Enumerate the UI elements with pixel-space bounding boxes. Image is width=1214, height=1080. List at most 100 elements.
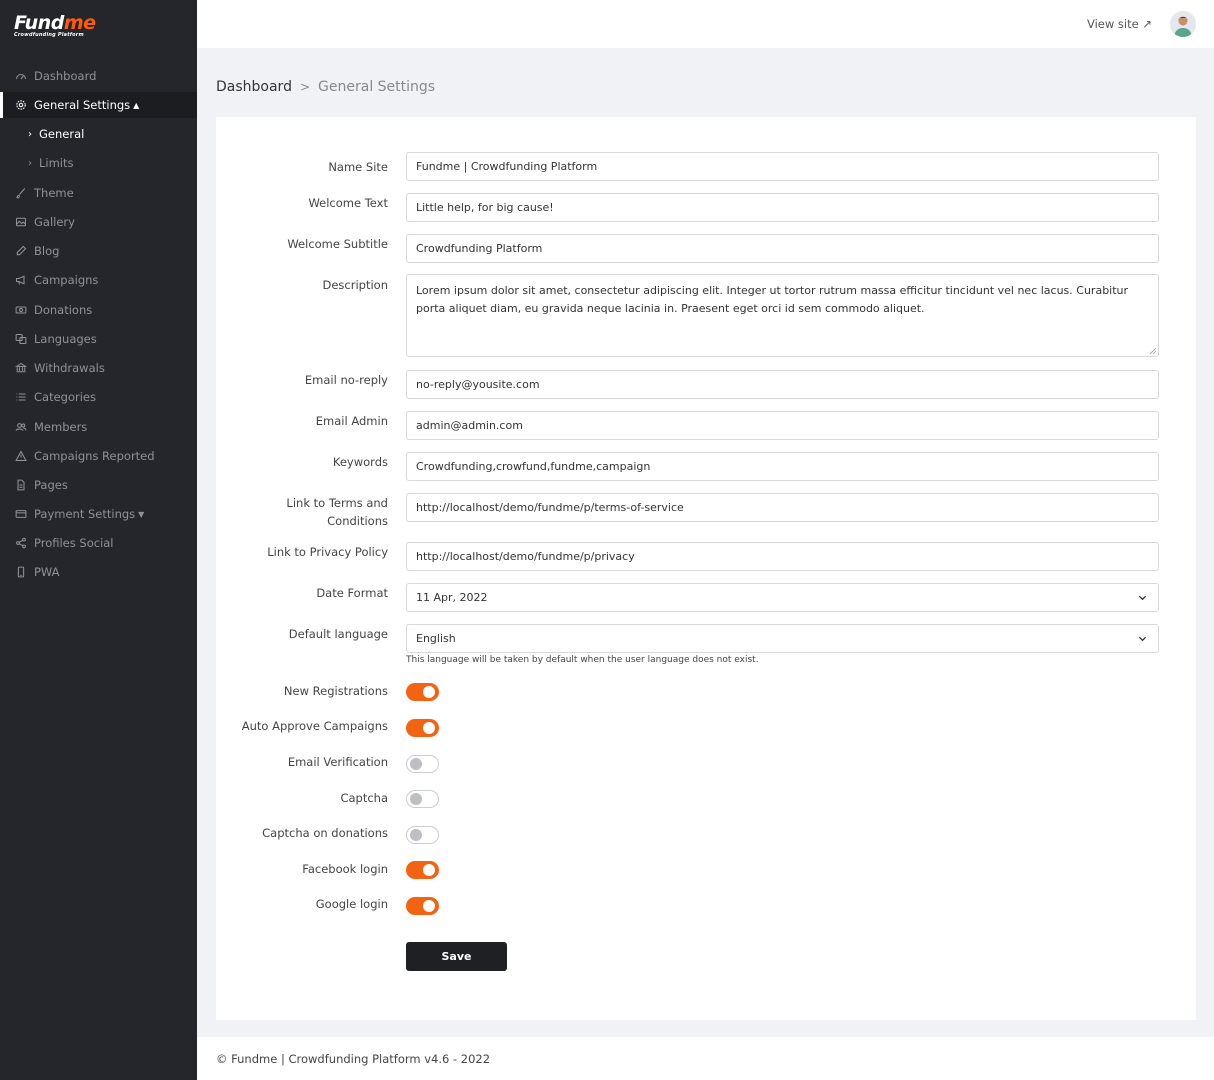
logo[interactable]: Fundme Crowdfunding Platform <box>14 12 96 38</box>
description-label: Description <box>322 278 389 292</box>
sidebar-item-general-settings[interactable]: General Settings ▲ <box>0 92 197 118</box>
sidebar-item-label: Limits <box>39 156 74 170</box>
pencil-icon <box>14 245 27 258</box>
sidebar-item-payment-settings[interactable]: Payment Settings ▼ <box>0 501 197 527</box>
sidebar-item-campaigns-reported[interactable]: Campaigns Reported <box>0 443 197 469</box>
people-icon <box>14 421 27 434</box>
new-registrations-toggle[interactable] <box>406 683 439 701</box>
sidebar-item-limits[interactable]: › Limits <box>0 150 197 176</box>
save-button[interactable]: Save <box>406 942 507 971</box>
chevron-down-icon <box>1138 636 1147 642</box>
sidebar-item-pwa[interactable]: PWA <box>0 559 197 585</box>
welcome-subtitle-value: Crowdfunding Platform <box>416 242 543 255</box>
captcha-donations-label: Captcha on donations <box>262 826 388 840</box>
sidebar-item-label: Campaigns Reported <box>34 449 155 463</box>
sidebar-item-languages[interactable]: Languages <box>0 326 197 352</box>
name-site-input[interactable]: Fundme | Crowdfunding Platform <box>406 152 1159 181</box>
toggle-knob <box>423 900 435 912</box>
sidebar-item-label: Campaigns <box>34 273 99 287</box>
default-language-select[interactable]: English <box>406 624 1159 653</box>
topbar: View site ↗ <box>197 0 1214 48</box>
avatar[interactable] <box>1170 11 1196 37</box>
google-login-label: Google login <box>315 897 388 911</box>
email-noreply-label: Email no-reply <box>304 373 388 387</box>
name-site-value: Fundme | Crowdfunding Platform <box>416 160 598 173</box>
sidebar-item-label: Withdrawals <box>34 361 105 375</box>
welcome-subtitle-label: Welcome Subtitle <box>287 237 388 251</box>
translate-icon <box>14 333 27 346</box>
sidebar-item-label: PWA <box>34 565 60 579</box>
keywords-input[interactable]: Crowdfunding,crowfund,fundme,campaign <box>406 452 1159 481</box>
terms-link-input[interactable]: http://localhost/demo/fundme/p/terms-of-… <box>406 493 1159 522</box>
sidebar-item-label: General <box>39 127 85 141</box>
logo-main: Fund <box>14 12 64 34</box>
captcha-toggle[interactable] <box>406 790 439 808</box>
toggle-knob <box>423 686 435 698</box>
warning-icon <box>14 450 27 463</box>
sidebar-item-label: Blog <box>34 244 60 258</box>
sidebar-item-campaigns[interactable]: Campaigns <box>0 267 197 293</box>
captcha-label: Captcha <box>340 791 388 805</box>
date-format-select[interactable]: 11 Apr, 2022 <box>406 583 1159 612</box>
welcome-text-label: Welcome Text <box>308 196 388 210</box>
description-value: Lorem ipsum dolor sit amet, consectetur … <box>416 284 1129 315</box>
sidebar-item-pages[interactable]: Pages <box>0 472 197 498</box>
privacy-link-input[interactable]: http://localhost/demo/fundme/p/privacy <box>406 542 1159 571</box>
chevron-right-icon: > <box>299 80 311 94</box>
list-icon <box>14 391 27 404</box>
default-language-help: This language will be taken by default w… <box>406 655 759 665</box>
breadcrumb-current: General Settings <box>318 79 436 95</box>
toggle-knob <box>410 758 422 770</box>
toggle-knob <box>410 793 422 805</box>
google-login-toggle[interactable] <box>406 897 439 915</box>
sidebar-item-categories[interactable]: Categories <box>0 384 197 410</box>
email-noreply-input[interactable]: no-reply@yousite.com <box>406 370 1159 399</box>
keywords-value: Crowdfunding,crowfund,fundme,campaign <box>416 460 651 473</box>
email-admin-input[interactable]: admin@admin.com <box>406 411 1159 440</box>
sidebar-item-label: Dashboard <box>34 69 97 83</box>
description-textarea[interactable]: Lorem ipsum dolor sit amet, consectetur … <box>406 274 1159 357</box>
sidebar-item-members[interactable]: Members <box>0 414 197 440</box>
sidebar-item-general[interactable]: › General <box>0 121 197 147</box>
sidebar-item-label: Donations <box>34 303 93 317</box>
chevron-right-icon: › <box>28 157 32 169</box>
sidebar-item-dashboard[interactable]: Dashboard <box>0 63 197 89</box>
facebook-login-label: Facebook login <box>302 862 388 876</box>
auto-approve-campaigns-toggle[interactable] <box>406 719 439 737</box>
terms-link-label-line2: Conditions <box>327 514 388 528</box>
terms-link-label: Link to Terms and Conditions <box>286 494 388 530</box>
view-site-link[interactable]: View site ↗ <box>1087 17 1152 31</box>
privacy-link-label: Link to Privacy Policy <box>267 545 388 559</box>
image-icon <box>14 216 27 229</box>
sidebar-item-label: Gallery <box>34 215 75 229</box>
file-icon <box>14 479 27 492</box>
sidebar-item-label: Profiles Social <box>34 536 114 550</box>
sidebar-item-label: General Settings <box>34 98 131 112</box>
breadcrumb-dashboard[interactable]: Dashboard <box>216 79 292 95</box>
welcome-text-input[interactable]: Little help, for big cause! <box>406 193 1159 222</box>
resize-handle-icon[interactable] <box>1150 348 1156 354</box>
logo-tagline: Crowdfunding Platform <box>14 32 84 38</box>
email-admin-value: admin@admin.com <box>416 419 523 432</box>
footer-copyright: © Fundme | Crowdfunding Platform v4.6 - … <box>216 1052 491 1066</box>
sidebar-item-blog[interactable]: Blog <box>0 238 197 264</box>
sidebar-item-label: Members <box>34 420 88 434</box>
captcha-donations-toggle[interactable] <box>406 826 439 844</box>
sidebar-item-theme[interactable]: Theme <box>0 180 197 206</box>
sidebar-item-profiles-social[interactable]: Profiles Social <box>0 530 197 556</box>
welcome-subtitle-input[interactable]: Crowdfunding Platform <box>406 234 1159 263</box>
new-registrations-label: New Registrations <box>283 684 388 698</box>
auto-approve-campaigns-label: Auto Approve Campaigns <box>241 719 388 733</box>
sidebar-item-label: Categories <box>34 390 96 404</box>
toggle-knob <box>423 864 435 876</box>
facebook-login-toggle[interactable] <box>406 861 439 879</box>
share-icon <box>14 537 27 550</box>
terms-link-value: http://localhost/demo/fundme/p/terms-of-… <box>416 501 684 514</box>
toggle-knob <box>410 829 422 841</box>
sidebar-item-gallery[interactable]: Gallery <box>0 209 197 235</box>
sidebar-item-donations[interactable]: Donations <box>0 297 197 323</box>
email-verification-toggle[interactable] <box>406 755 439 773</box>
phone-icon <box>14 566 27 579</box>
sidebar-item-withdrawals[interactable]: Withdrawals <box>0 355 197 381</box>
chevron-right-icon: › <box>28 128 32 140</box>
